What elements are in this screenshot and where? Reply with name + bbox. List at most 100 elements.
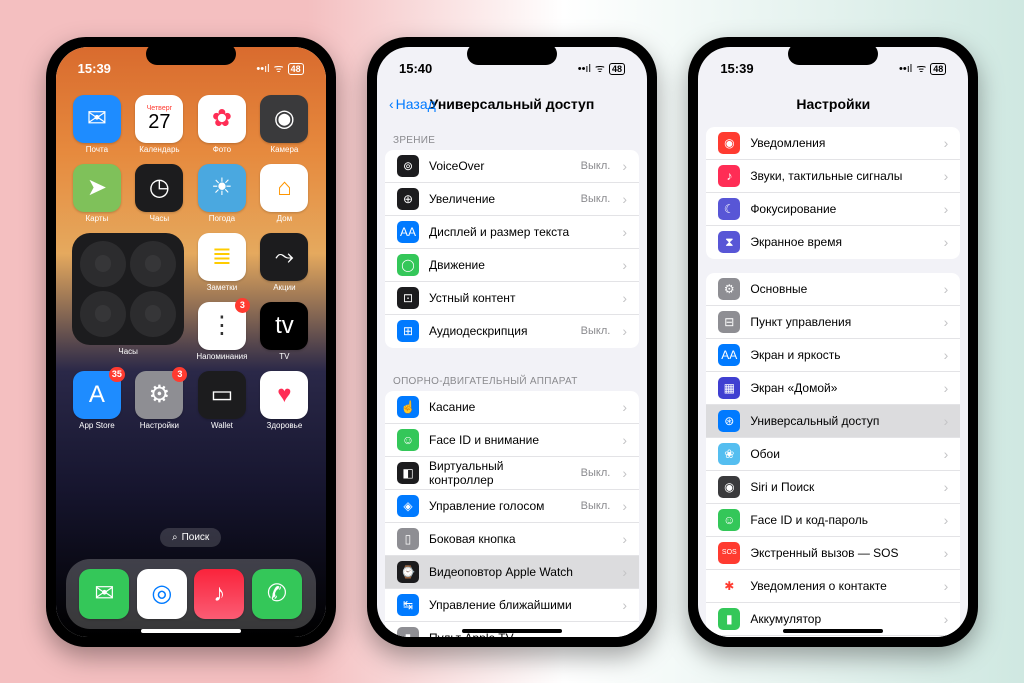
app-Настройки[interactable]: ⚙3Настройки (132, 371, 187, 430)
settings-row[interactable]: ☾Фокусирование› (706, 193, 960, 226)
settings-row[interactable]: AAЭкран и яркость› (706, 339, 960, 372)
row-icon: ⊚ (397, 155, 419, 177)
app-Напоминания[interactable]: ⋮3Напоминания (195, 302, 250, 361)
app-safari[interactable]: ◎ (137, 569, 187, 619)
row-icon: ❀ (718, 443, 740, 465)
app-Камера[interactable]: ◉Камера (257, 95, 312, 154)
row-label: Экранное время (750, 235, 933, 249)
chevron-right-icon: › (944, 446, 949, 462)
settings-row[interactable]: ⊟Пункт управления› (706, 306, 960, 339)
settings-row[interactable]: ◧Виртуальный контроллерВыкл.› (385, 457, 639, 490)
app-Фото[interactable]: ✿Фото (195, 95, 250, 154)
settings-row[interactable]: ▦Экран «Домой»› (706, 372, 960, 405)
clock-widget[interactable]: Часы (70, 233, 187, 361)
phone-home: 15:39 ••ıl ᯤ 48 ✉ПочтаЧетверг27Календарь… (46, 37, 336, 647)
chevron-right-icon: › (944, 314, 949, 330)
settings-row[interactable]: ✋Конфиденциальность и безопасность› (706, 636, 960, 637)
settings-row[interactable]: ☺Face ID и код-пароль› (706, 504, 960, 537)
settings-row[interactable]: ⊚VoiceOverВыкл.› (385, 150, 639, 183)
settings-row[interactable]: ✱Уведомления о контакте› (706, 570, 960, 603)
settings-row[interactable]: ⊕УвеличениеВыкл.› (385, 183, 639, 216)
settings-row[interactable]: ⊛Универсальный доступ› (706, 405, 960, 438)
app-TV[interactable]: tvTV (257, 302, 312, 361)
chevron-right-icon: › (944, 611, 949, 627)
settings-row[interactable]: ❀ Обои › (706, 438, 960, 471)
status-time: 15:39 (720, 61, 753, 76)
app-calendar[interactable]: Четверг27Календарь (132, 95, 187, 154)
app-music[interactable]: ♪ (194, 569, 244, 619)
settings-row[interactable]: ◯Движение› (385, 249, 639, 282)
settings-row[interactable]: ⊡Устный контент› (385, 282, 639, 315)
app-icon: ♪ (194, 569, 244, 619)
row-label: Увеличение (429, 192, 571, 206)
app-label: TV (279, 352, 289, 361)
row-label: Пункт управления (750, 315, 933, 329)
row-icon: ◉ (718, 476, 740, 498)
app-Почта[interactable]: ✉Почта (70, 95, 125, 154)
row-label: Уведомления о контакте (750, 579, 933, 593)
row-icon: AA (397, 221, 419, 243)
settings-row[interactable]: ♪Звуки, тактильные сигналы› (706, 160, 960, 193)
app-Погода[interactable]: ☀Погода (195, 164, 250, 223)
app-Карты[interactable]: ➤Карты (70, 164, 125, 223)
row-icon: ▦ (718, 377, 740, 399)
back-button[interactable]: ‹ Назад (389, 96, 436, 112)
settings-row[interactable]: ▯Боковая кнопка› (385, 523, 639, 556)
app-messages[interactable]: ✉ (79, 569, 129, 619)
app-label: Здоровье (267, 421, 303, 430)
row-label: Управление голосом (429, 499, 571, 513)
row-icon: ◯ (397, 254, 419, 276)
row-label: Обои (750, 447, 933, 461)
app-App Store[interactable]: A35App Store (70, 371, 125, 430)
clock-face-icon (80, 241, 126, 287)
section-header-vision: Зрение (377, 121, 647, 150)
badge: 35 (109, 367, 125, 382)
app-label: Wallet (211, 421, 233, 430)
app-icon: ◉ (260, 95, 308, 143)
settings-row[interactable]: ⧗Экранное время› (706, 226, 960, 259)
nav-bar: Настройки (698, 87, 968, 121)
row-label: Боковая кнопка (429, 532, 612, 546)
app-icon: ⌂ (260, 164, 308, 212)
home-indicator[interactable] (462, 629, 562, 633)
nav-title: Настройки (796, 96, 870, 112)
settings-row[interactable]: ◉Уведомления› (706, 127, 960, 160)
settings-row[interactable]: ⌚Видеоповтор Apple Watch› (385, 556, 639, 589)
settings-row[interactable]: SOSЭкстренный вызов — SOS› (706, 537, 960, 570)
app-Заметки[interactable]: ≣Заметки (195, 233, 250, 292)
row-icon: ▮ (718, 608, 740, 630)
app-phone[interactable]: ✆ (252, 569, 302, 619)
app-Здоровье[interactable]: ♥Здоровье (257, 371, 312, 430)
settings-row[interactable]: ◉Siri и Поиск› (706, 471, 960, 504)
row-label: Фокусирование (750, 202, 933, 216)
chevron-right-icon: › (944, 201, 949, 217)
home-indicator[interactable] (783, 629, 883, 633)
row-icon: ▮ (397, 627, 419, 637)
app-label: Напоминания (196, 352, 247, 361)
spotlight-search[interactable]: ⌕ Поиск (160, 528, 221, 547)
settings-row[interactable]: ◈Управление голосомВыкл.› (385, 490, 639, 523)
row-icon: SOS (718, 542, 740, 564)
nav-title: Универсальный доступ (430, 96, 595, 112)
app-Акции[interactable]: ⤳Акции (257, 233, 312, 292)
settings-row[interactable]: ⊞АудиодескрипцияВыкл.› (385, 315, 639, 348)
app-Wallet[interactable]: ▭Wallet (195, 371, 250, 430)
settings-row[interactable]: ⚙Основные› (706, 273, 960, 306)
chevron-right-icon: › (622, 323, 627, 339)
settings-row[interactable]: ☺Face ID и внимание› (385, 424, 639, 457)
app-label: Почта (86, 145, 108, 154)
settings-row[interactable]: AAДисплей и размер текста› (385, 216, 639, 249)
app-Часы[interactable]: ◷Часы (132, 164, 187, 223)
chevron-right-icon: › (622, 597, 627, 613)
app-Дом[interactable]: ⌂Дом (257, 164, 312, 223)
app-label: Акции (273, 283, 295, 292)
app-label: App Store (79, 421, 115, 430)
row-label: Дисплей и размер текста (429, 225, 612, 239)
battery-indicator: 48 (609, 63, 625, 75)
chevron-right-icon: › (622, 498, 627, 514)
settings-row[interactable]: ☝Касание› (385, 391, 639, 424)
row-label: Движение (429, 258, 612, 272)
row-label: Face ID и внимание (429, 433, 612, 447)
settings-row[interactable]: ↹Управление ближайшими› (385, 589, 639, 622)
clock-face-icon (130, 291, 176, 337)
